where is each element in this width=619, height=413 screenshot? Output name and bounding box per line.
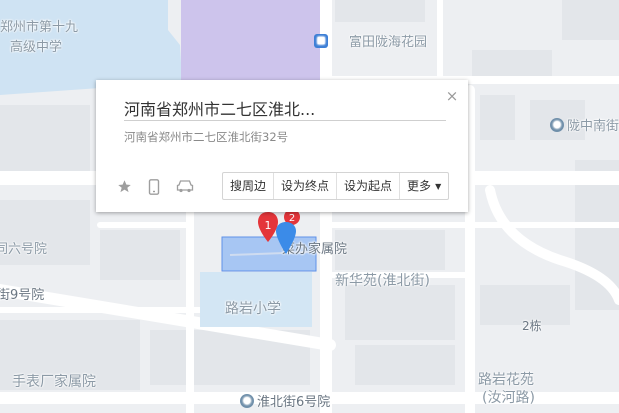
more-button[interactable]: 更多 ▼ (400, 173, 448, 199)
phone-icon[interactable] (148, 179, 160, 195)
label-watch-factory: 手表厂家属院 (12, 374, 96, 390)
red-marker-label: 1 (265, 219, 272, 232)
bus-stop-icon: ■ (314, 33, 328, 48)
poi-pin-icon: ● (240, 393, 254, 408)
poi-fuitian[interactable]: ■ 富田陇海花园 (314, 31, 427, 50)
label-xinhuayuan: 新华苑(淮北街) (335, 273, 430, 289)
popup-address: 河南省郑州市二七区淮北街32号 (124, 130, 289, 144)
caret-down-icon: ▼ (435, 182, 442, 191)
car-icon[interactable] (176, 179, 194, 193)
poi-huaibei-6[interactable]: ● 淮北街6号院 (240, 391, 330, 410)
label-luyan-school: 路岩小学 (225, 301, 281, 317)
map-canvas[interactable]: 郑州市第十九 高级中学 ■ 富田陇海花园 ● 陇中南街 同六号院 街9号院 菜办… (0, 0, 619, 413)
set-origin-label: 设为起点 (344, 179, 393, 193)
close-icon[interactable]: × (445, 89, 459, 104)
label-no9: 街9号院 (0, 288, 45, 303)
label-school-top-1: 郑州市第十九 (0, 20, 79, 35)
label-courtyard-6: 同六号院 (0, 242, 48, 257)
info-popup: 河南省郑州市二七区淮北... × 河南省郑州市二七区淮北街32号 搜周边 设为终… (96, 80, 468, 212)
label-luyan-garden-2: (汝河路) (482, 390, 535, 406)
poi-pin-icon: ● (550, 117, 564, 132)
star-icon[interactable] (117, 179, 132, 194)
blue-marker (276, 222, 296, 254)
search-nearby-label: 搜周边 (230, 179, 267, 193)
set-origin-button[interactable]: 设为起点 (337, 173, 401, 199)
red-badge-label: 2 (289, 213, 295, 224)
popup-action-group: 搜周边 设为终点 设为起点 更多 ▼ (222, 172, 450, 200)
label-luyan-garden-1: 路岩花苑 (478, 372, 534, 388)
label-fuitian: 富田陇海花园 (349, 35, 428, 50)
poi-longhai-right[interactable]: ● 陇中南街 (550, 115, 619, 134)
set-destination-label: 设为终点 (281, 179, 330, 193)
search-nearby-button[interactable]: 搜周边 (223, 173, 275, 199)
more-label: 更多 (407, 179, 432, 193)
label-longhai-right: 陇中南街 (567, 119, 619, 134)
marker-group[interactable]: 1 2 (254, 208, 314, 258)
label-huaibei-6: 淮北街6号院 (257, 395, 331, 410)
label-building-2: 2栋 (522, 319, 542, 333)
divider (124, 120, 446, 121)
label-school-top-2: 高级中学 (10, 40, 63, 55)
set-destination-button[interactable]: 设为终点 (274, 173, 338, 199)
popup-title: 河南省郑州市二七区淮北... (124, 100, 316, 119)
purple-block (181, 0, 321, 84)
